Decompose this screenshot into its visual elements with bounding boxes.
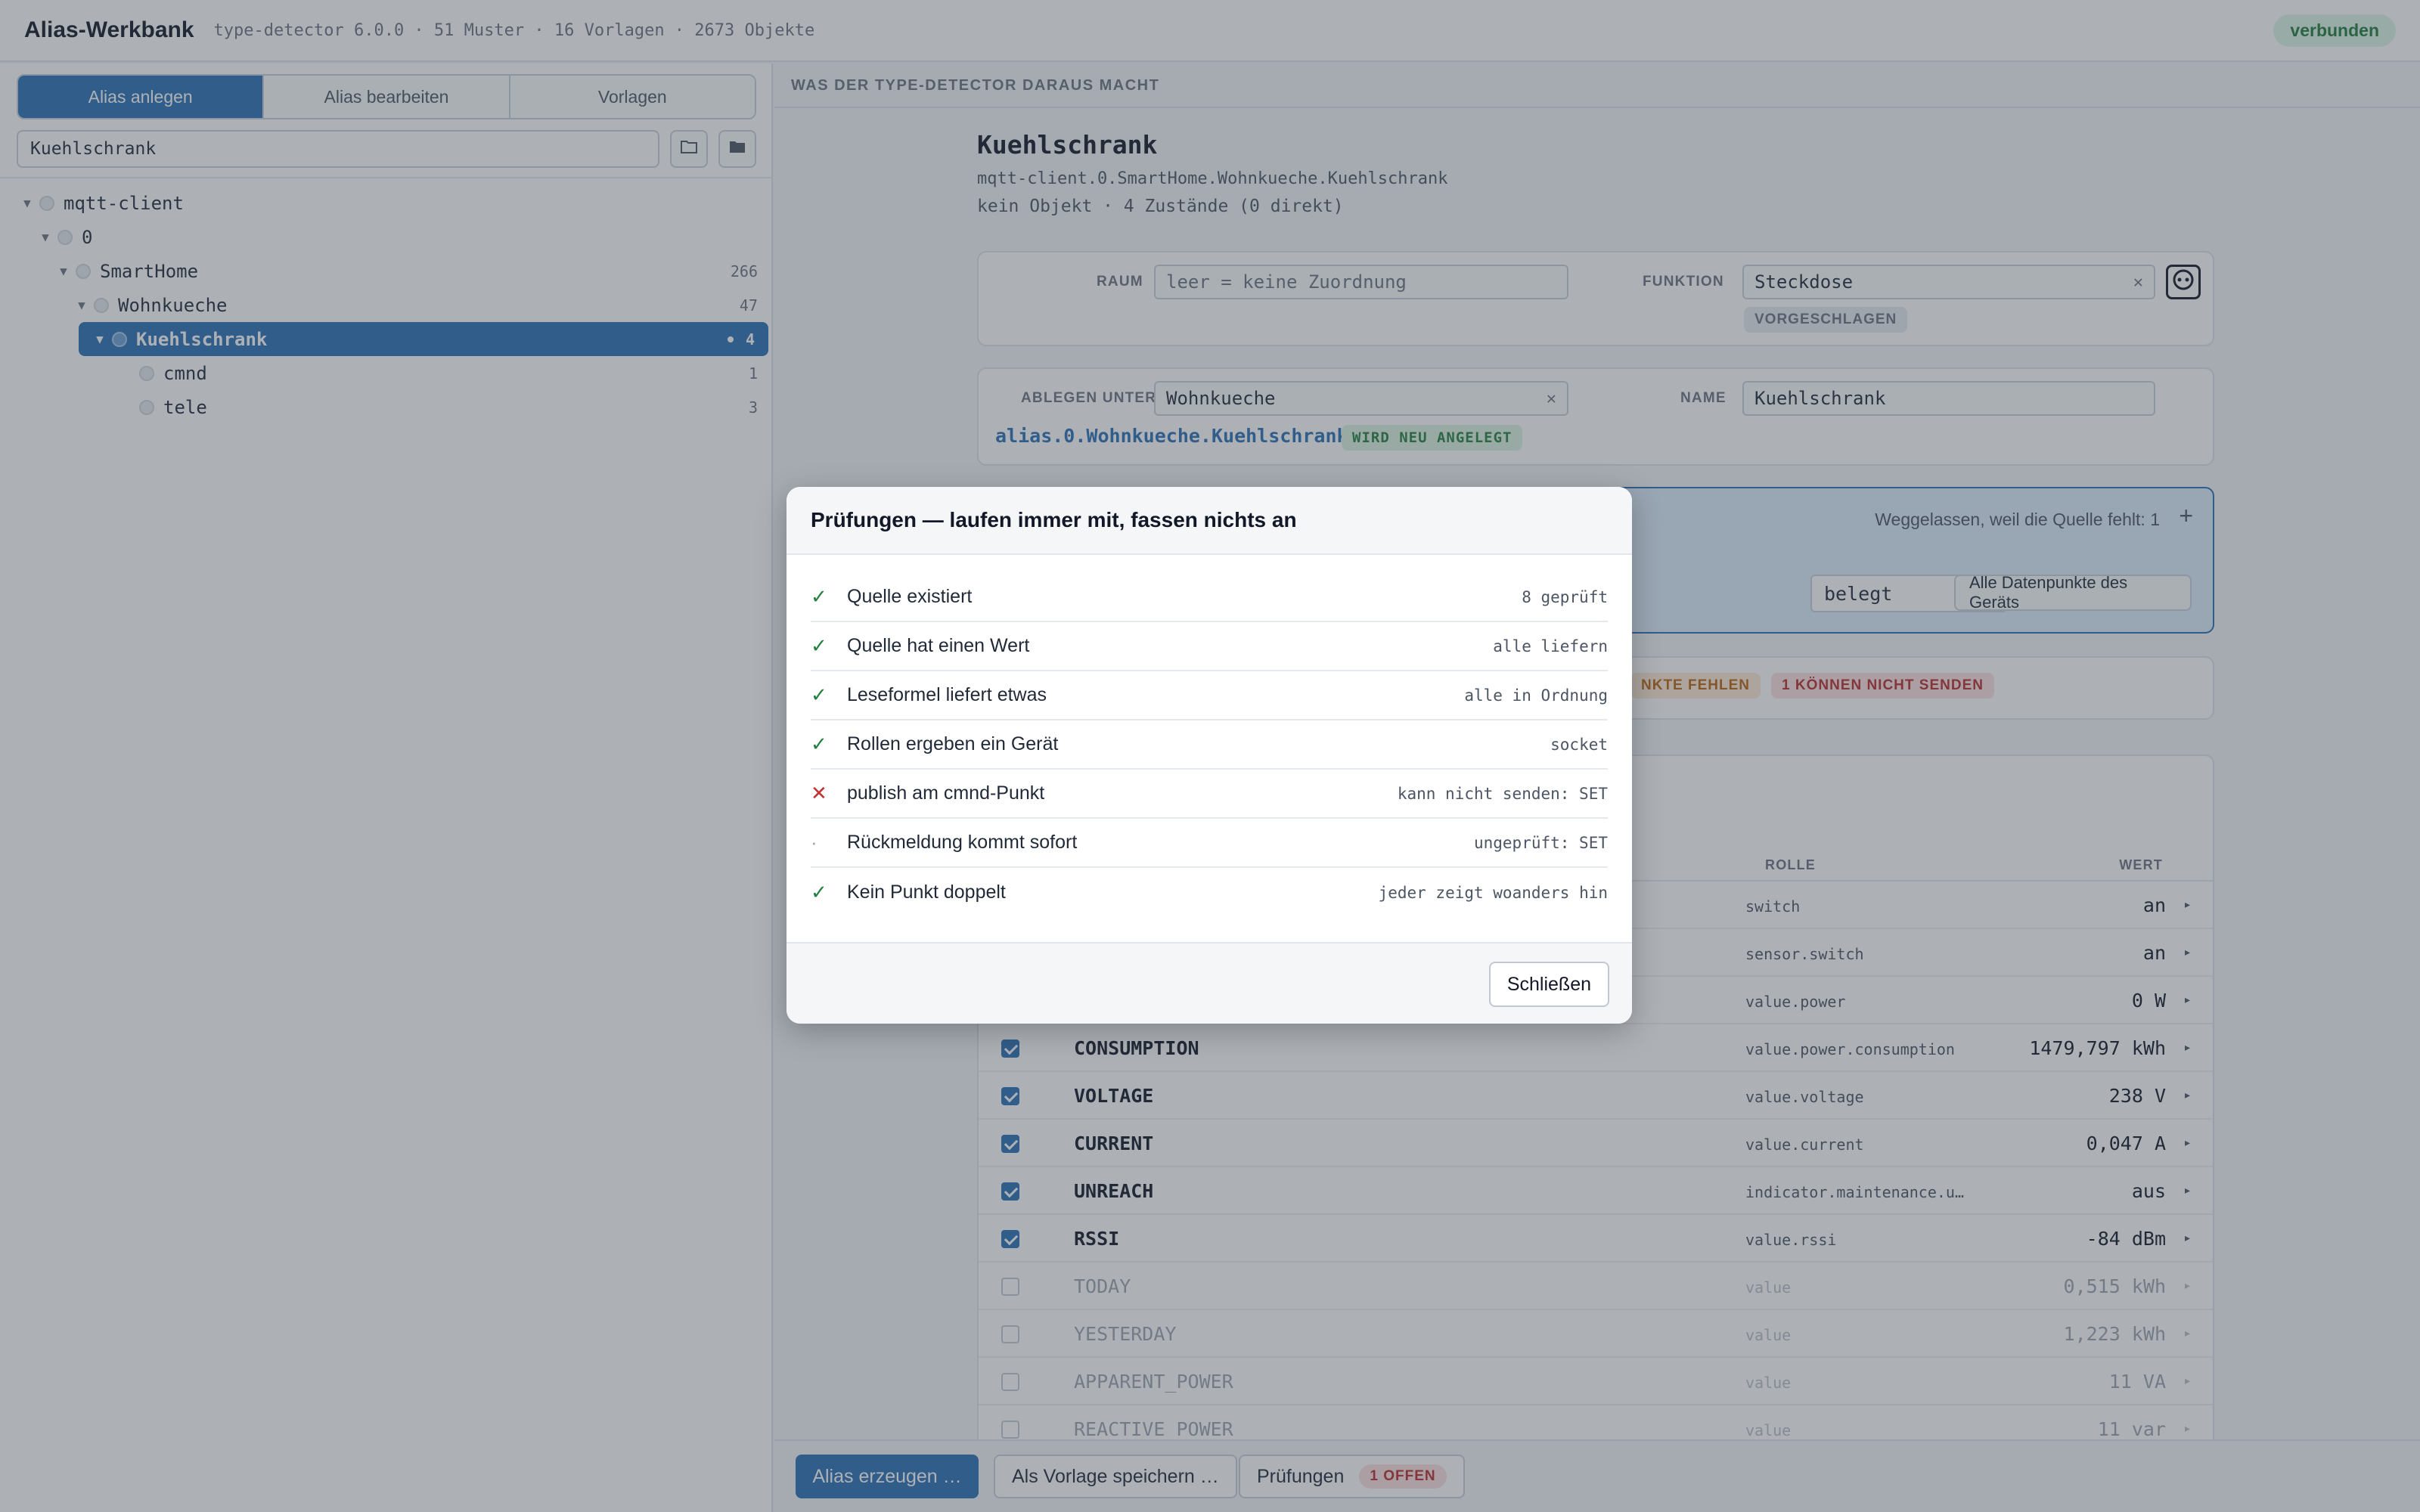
checks-list: ✓ Quelle existiert 8 geprüft ✓ Quelle hat ei… — [811, 573, 1608, 917]
check-note: 8 geprüft — [1522, 587, 1608, 606]
dialog-footer: Schließen — [786, 942, 1632, 1024]
check-icon: ✓ — [811, 585, 827, 608]
check-label: Rollen ergeben ein Gerät — [847, 733, 1059, 754]
check-note: jeder zeigt woanders hin — [1378, 883, 1608, 902]
check-item: ✓ Kein Punkt doppelt jeder zeigt woanders … — [811, 868, 1608, 917]
check-label: Quelle hat einen Wert — [847, 635, 1030, 656]
check-label: Kein Punkt doppelt — [847, 881, 1006, 903]
check-item: · Rückmeldung kommt sofort ungeprüft: SET — [811, 819, 1608, 868]
check-label: Quelle existiert — [847, 586, 973, 607]
check-note: alle in Ordnung — [1464, 686, 1608, 705]
check-item: ✓ Quelle hat einen Wert alle liefern — [811, 622, 1608, 671]
check-note: kann nicht senden: SET — [1397, 784, 1608, 803]
dialog-header: Prüfungen — laufen immer mit, fassen nic… — [786, 487, 1632, 555]
pending-icon: · — [811, 831, 818, 854]
dialog-title: Prüfungen — laufen immer mit, fassen nic… — [811, 508, 1297, 531]
check-icon: ✓ — [811, 881, 827, 903]
check-item: ✓ Quelle existiert 8 geprüft — [811, 573, 1608, 622]
check-note: alle liefern — [1493, 637, 1608, 655]
cross-icon: ✕ — [811, 782, 827, 804]
check-item: ✕ publish am cmnd-Punkt kann nicht senden:… — [811, 770, 1608, 819]
check-item: ✓ Leseformel liefert etwas alle in Ordnung — [811, 671, 1608, 720]
close-button[interactable]: Schließen — [1488, 962, 1609, 1007]
check-note: ungeprüft: SET — [1473, 833, 1608, 852]
check-icon: ✓ — [811, 733, 827, 755]
check-note: socket — [1550, 735, 1608, 754]
check-label: Leseformel liefert etwas — [847, 684, 1047, 705]
check-label: publish am cmnd-Punkt — [847, 782, 1045, 804]
check-icon: ✓ — [811, 634, 827, 657]
checks-dialog: Prüfungen — laufen immer mit, fassen nic… — [786, 487, 1632, 1024]
check-icon: ✓ — [811, 683, 827, 706]
check-item: ✓ Rollen ergeben ein Gerät socket — [811, 720, 1608, 770]
check-label: Rückmeldung kommt sofort — [847, 832, 1078, 853]
